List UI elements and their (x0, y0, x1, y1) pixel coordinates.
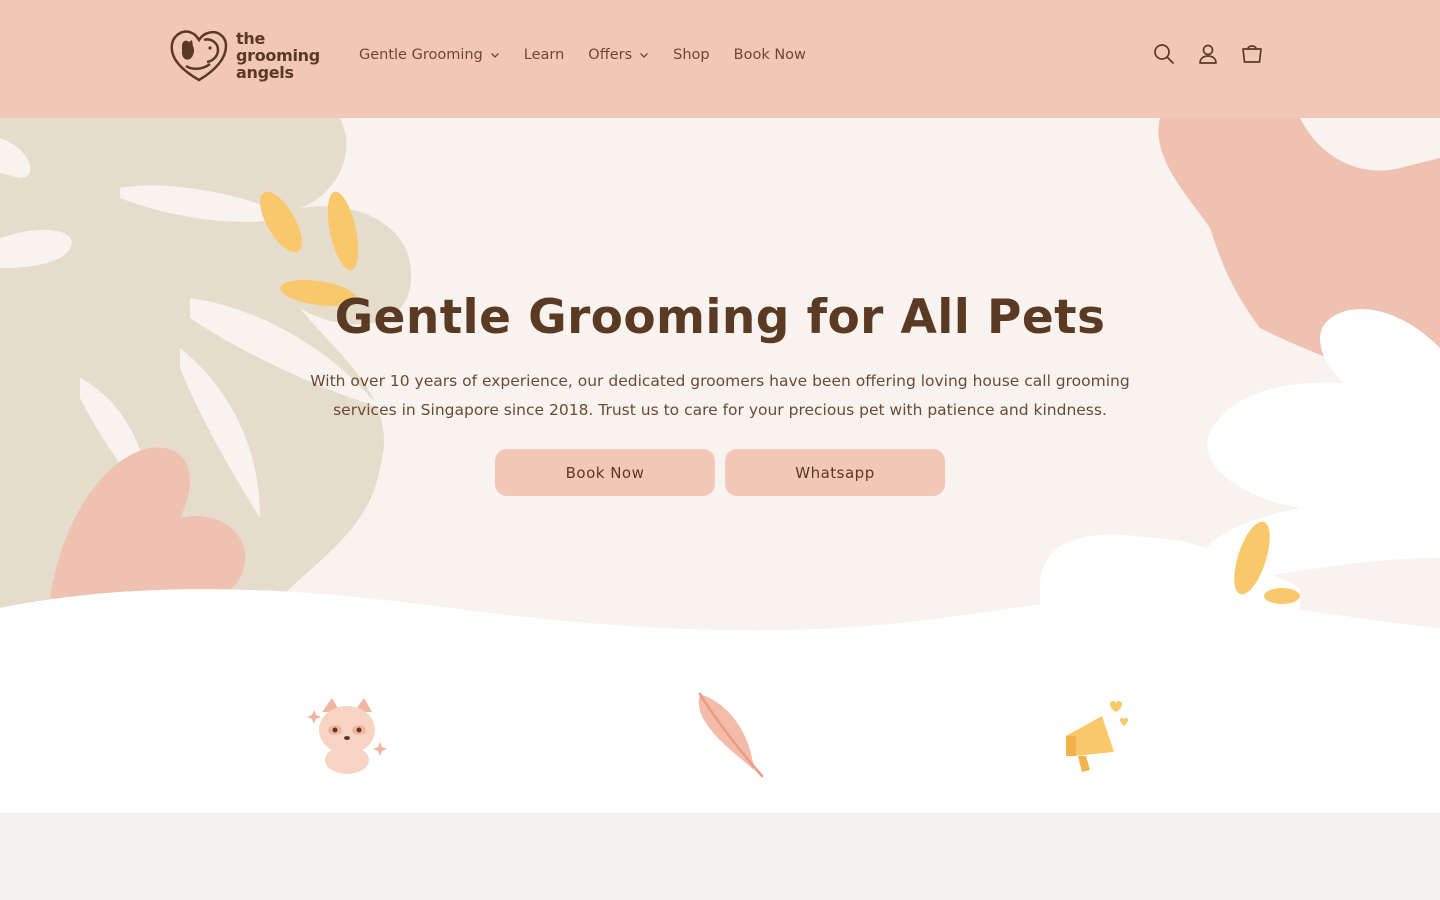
nav-learn[interactable]: Learn (524, 47, 565, 63)
brand-name: the grooming angels (236, 30, 320, 81)
feather-icon (698, 692, 764, 778)
sparkling-cat-icon (307, 698, 387, 774)
hero-title: Gentle Grooming for All Pets (334, 290, 1106, 345)
nav-label: Book Now (733, 47, 806, 63)
search-button[interactable] (1150, 40, 1178, 68)
brand-line-3: angels (236, 62, 294, 82)
search-icon (1154, 44, 1174, 64)
chevron-down-icon (640, 53, 649, 58)
features-section (0, 638, 1440, 813)
hero-content: Gentle Grooming for All Pets With over 1… (0, 290, 1440, 496)
nav-label: Gentle Grooming (359, 47, 483, 63)
heart-pets-logo-icon (170, 30, 228, 82)
nav-label: Shop (673, 47, 710, 63)
nav-gentle-grooming[interactable]: Gentle Grooming (359, 47, 500, 63)
hero-buttons: Book Now Whatsapp (0, 449, 1440, 496)
cart-button[interactable] (1238, 40, 1266, 68)
megaphone-hearts-icon (1066, 701, 1128, 772)
main-nav: Gentle Grooming Learn Offers Shop Book N… (359, 0, 830, 110)
hero-section: Gentle Grooming for All Pets With over 1… (0, 118, 1440, 638)
nav-offers[interactable]: Offers (588, 47, 649, 63)
nav-shop[interactable]: Shop (673, 47, 709, 63)
nav-label: Learn (523, 47, 565, 63)
account-icon (1199, 44, 1217, 64)
account-button[interactable] (1194, 40, 1222, 68)
book-now-button[interactable]: Book Now (495, 449, 715, 496)
whatsapp-button[interactable]: Whatsapp (725, 449, 945, 496)
brand-logo[interactable]: the grooming angels (168, 26, 328, 84)
header-actions (1150, 40, 1282, 68)
hero-description: With over 10 years of experience, our de… (310, 372, 1130, 419)
page-bottom-area (0, 813, 1440, 900)
site-header: the grooming angels Gentle Grooming Lear… (0, 0, 1440, 118)
nav-label: Offers (588, 47, 633, 63)
chevron-down-icon (490, 53, 499, 58)
cart-icon (1242, 45, 1262, 63)
nav-book-now[interactable]: Book Now (734, 47, 806, 63)
brand-line-2: grooming (236, 45, 320, 65)
brand-line-1: the (236, 28, 265, 48)
